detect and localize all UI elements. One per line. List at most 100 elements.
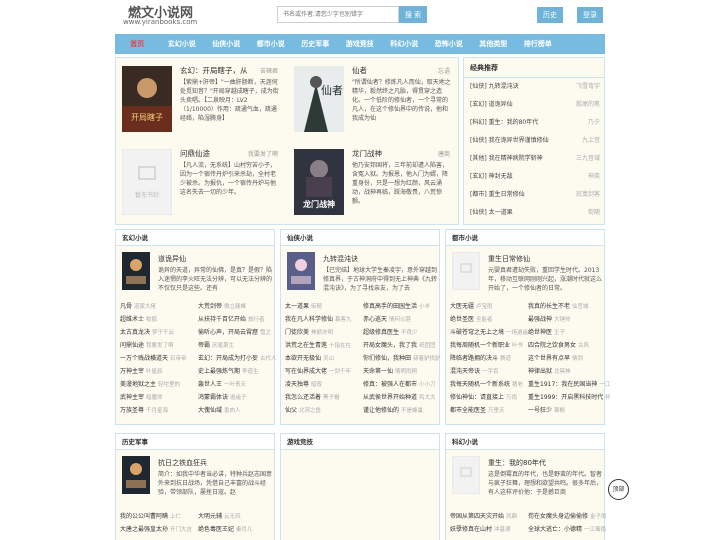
book-link-title[interactable]: 我真的长生不老 bbox=[528, 303, 570, 310]
book-link[interactable]: 重生1917：我在民国当神一江秋 bbox=[528, 378, 610, 391]
book-link-title[interactable]: 史上最强炼气期 bbox=[198, 368, 240, 375]
nav-qita[interactable]: 其他类型 bbox=[471, 34, 516, 54]
book-link-author[interactable]: 傲立巅峰 bbox=[224, 304, 246, 310]
book-link-author[interactable]: 叶星辰 bbox=[146, 369, 163, 375]
book-link[interactable]: 大荒剑帝 傲立巅峰 bbox=[198, 300, 280, 313]
book-link-title[interactable]: 万族圣尊 bbox=[120, 407, 144, 414]
rec-author[interactable]: 街随 bbox=[588, 207, 600, 219]
featured-book[interactable]: 暂无书封 问鼎仙途 我要发了啊 【凡人流，无系统】山村穷苦小子，因为一个宿传丹炉… bbox=[116, 141, 284, 221]
book-title[interactable]: 重生日常修仙 bbox=[488, 254, 530, 264]
book-title[interactable]: 抗日之铁血狂兵 bbox=[158, 458, 207, 468]
book-link[interactable]: 超维术士 牧狐 bbox=[120, 313, 198, 326]
book-link-title[interactable]: 四合院之饮食男女 bbox=[528, 342, 576, 349]
book-link[interactable]: 我真的长生不老 仙宫城 bbox=[528, 300, 610, 313]
rec-name[interactable]: [科幻] 重生：我的80年代 bbox=[470, 117, 538, 129]
book-link-title[interactable]: 万神主宰 bbox=[120, 368, 144, 375]
book-link-author[interactable]: 纸团团 bbox=[419, 343, 436, 349]
book-link-title[interactable]: 帝霸 bbox=[198, 342, 210, 349]
book-author[interactable]: 我要发了啊 bbox=[248, 149, 278, 158]
book-link-author[interactable]: 云无风 bbox=[224, 514, 241, 520]
book-link-title[interactable]: 斗破苍穹之无上之境 bbox=[450, 329, 504, 336]
book-link-author[interactable]: 北冥神 bbox=[554, 369, 571, 375]
book-link[interactable]: 我每周随机一个新职业 叶书 bbox=[450, 339, 528, 352]
book-link-author[interactable]: 北溟之鱼 bbox=[299, 408, 321, 414]
book-link[interactable]: 我怎么还活着 黑子帽 bbox=[285, 391, 363, 404]
nav-home[interactable]: 首页 bbox=[115, 34, 160, 54]
category-title[interactable]: 游戏竞技 bbox=[281, 434, 439, 450]
book-link-title[interactable]: 凌天独尊 bbox=[285, 381, 309, 388]
book-link-author[interactable]: 叶书 bbox=[512, 343, 523, 349]
book-link-title[interactable]: 大荒剑帝 bbox=[198, 303, 222, 310]
book-link-author[interactable]: 石帝帝 bbox=[170, 356, 187, 362]
book-link-author[interactable]: 猪老 bbox=[512, 382, 523, 388]
book-link[interactable]: 从扶持千百亿开始 旅行者 bbox=[198, 313, 280, 326]
book-link-title[interactable]: 天命第一仙 bbox=[363, 368, 393, 375]
book-link-title[interactable]: 谨让他修仙的 bbox=[363, 407, 399, 414]
book-link-author[interactable]: 冲基律 bbox=[494, 527, 511, 533]
book-link-title[interactable]: 我每周随机一个新职业 bbox=[450, 342, 510, 349]
book-link-title[interactable]: 从扶持千百亿开始 bbox=[198, 316, 246, 323]
book-cover-placeholder[interactable]: 暂无书封 bbox=[122, 149, 172, 215]
book-cover[interactable]: 龙门战神 bbox=[294, 149, 344, 215]
rec-item[interactable]: [科幻] 重生：我的80年代 乃夕 bbox=[470, 117, 600, 129]
book-link[interactable]: 都市全能医圣 万里天 bbox=[450, 404, 528, 417]
book-link[interactable]: 本欲开无极仙 灵山 bbox=[285, 352, 363, 365]
book-link-author[interactable]: 古风 bbox=[578, 343, 589, 349]
book-link[interactable]: 绝色毒医王妃 秦月儿 bbox=[198, 523, 280, 536]
book-link-title[interactable]: 神律出狱 bbox=[528, 368, 552, 375]
book-link-title[interactable]: 修真：被强人在都市 bbox=[363, 381, 417, 388]
rec-name[interactable]: [仙侠] 太一道果 bbox=[470, 207, 513, 219]
book-link-author[interactable]: 一剑千年 bbox=[329, 369, 351, 375]
book-link-author[interactable]: 轻坨里的 bbox=[158, 382, 180, 388]
book-link-author[interactable]: 情何以甚 bbox=[389, 317, 411, 323]
book-title[interactable]: 仙者 bbox=[352, 65, 367, 76]
book-link-author[interactable]: 旅行者 bbox=[248, 317, 265, 323]
rec-name[interactable]: [仙侠] 我在诡异世界谨慎修仙 bbox=[470, 135, 549, 147]
book-link-author[interactable]: 不是蜂巢 bbox=[401, 408, 423, 414]
book-link-title[interactable]: 修仙神仙：请直接上 bbox=[450, 394, 504, 401]
book-link[interactable]: 四合院之饮食男女 古风 bbox=[528, 339, 610, 352]
book-link-author[interactable]: 慕客九 bbox=[335, 317, 352, 323]
book-link-title[interactable]: 玄幻：开局成为打小妄 bbox=[198, 355, 258, 362]
book-link[interactable]: 修真：被强人在都市 小小刀 bbox=[363, 378, 445, 391]
book-link[interactable]: 一万个贱战横道天 石帝帝 bbox=[120, 352, 198, 365]
book-link-author[interactable]: 牧狐 bbox=[146, 317, 157, 323]
book-link[interactable]: 大医无疆 卢宝雨 bbox=[450, 300, 528, 313]
featured-book[interactable]: 仙者 仙者 忘语 "所谓仙者？修炼凡人而仙，取天地之精华，毅然终之凡胎，得贯穿之… bbox=[288, 58, 456, 138]
featured-book[interactable]: 龙门战神 龙门战神 唐商 他乃安邦国将，三年前却遭人陷害，含冤入狱。为报恩，他入… bbox=[288, 141, 456, 221]
book-cover[interactable]: 开局瞎子 bbox=[122, 66, 172, 132]
book-link-title[interactable]: 门徒欣美 bbox=[285, 329, 309, 336]
book-cover[interactable] bbox=[452, 252, 480, 290]
book-link[interactable]: 重生1999：开启黑科技时代杯可 bbox=[528, 391, 610, 404]
book-link[interactable]: 凌天独尊 暗寂 bbox=[285, 378, 363, 391]
book-link-title[interactable]: 你们修仙，我种田 bbox=[363, 355, 411, 362]
book-link[interactable]: 太一道果 街随 bbox=[285, 300, 363, 313]
book-link-author[interactable]: 一场逍遥 bbox=[506, 330, 528, 336]
book-link-author[interactable]: 香肉人 bbox=[224, 408, 241, 414]
book-link[interactable]: 开局女魔头，我了我 纸团团 bbox=[363, 339, 445, 352]
book-link-title[interactable]: 太一道果 bbox=[285, 303, 309, 310]
book-link[interactable]: 大唐之最强皇太孙 开门大吉 bbox=[120, 523, 198, 536]
book-link-title[interactable]: 武神主宰 bbox=[120, 394, 144, 401]
book-link[interactable]: 天命第一仙 情明雨桐 bbox=[363, 365, 445, 378]
book-link-author[interactable]: 我要发了啊 bbox=[146, 343, 174, 349]
book-link-title[interactable]: 帝国从第四天灾开始 bbox=[450, 513, 504, 520]
book-link[interactable]: 从武侯世界开始种道 鸡大大 bbox=[363, 391, 445, 404]
book-link[interactable]: 鸿蒙霸体诀 逍遥子 bbox=[198, 391, 280, 404]
book-link-author[interactable]: 赛道 bbox=[500, 356, 511, 362]
book-link-title[interactable]: 大医无疆 bbox=[450, 303, 474, 310]
book-link-author[interactable]: 万雨 bbox=[506, 395, 517, 401]
book-link-title[interactable]: 美漫地狱之主 bbox=[120, 381, 156, 388]
book-link-title[interactable]: 超级修真医生 bbox=[363, 329, 399, 336]
book-link-title[interactable]: 问鼎仙途 bbox=[120, 342, 144, 349]
book-link[interactable]: 谨让他修仙的 不是蜂巢 bbox=[363, 404, 445, 417]
book-link-title[interactable]: 绝色毒医王妃 bbox=[198, 526, 234, 533]
rec-item[interactable]: [仙侠] 我在诡异世界谨慎修仙 九上宫 bbox=[470, 135, 600, 147]
book-cover[interactable] bbox=[452, 456, 480, 494]
book-title[interactable]: 龙门战神 bbox=[352, 148, 382, 159]
book-link[interactable]: 赤心巡天 情何以甚 bbox=[363, 313, 445, 326]
book-link-title[interactable]: 重生1999：开启黑科技时代 bbox=[528, 394, 603, 401]
book-title[interactable]: 问鼎仙途 bbox=[180, 148, 210, 159]
book-link-author[interactable]: 杯可 bbox=[605, 395, 610, 401]
book-link-title[interactable]: 全球大逃亡：小德精 bbox=[528, 526, 582, 533]
